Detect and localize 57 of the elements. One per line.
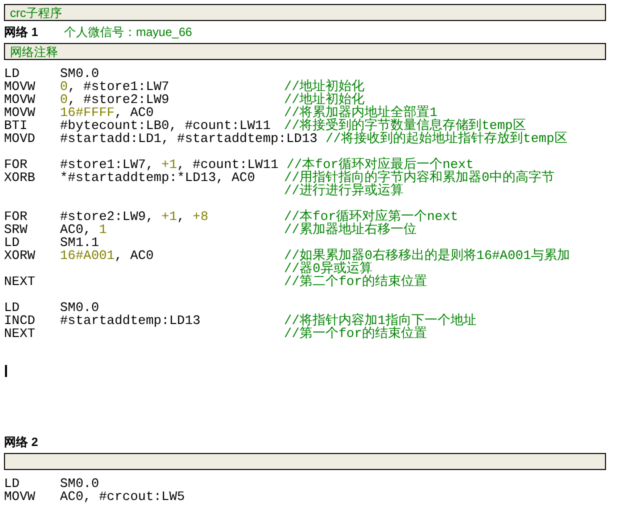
code-comment: //将累加器内地址全部置1 xyxy=(284,106,438,119)
code-comment: //第一个for的结束位置 xyxy=(284,327,428,340)
instruction-operand: 16#A001, AC0 xyxy=(60,248,154,263)
instruction-operand: AC0, 1 xyxy=(60,222,107,237)
instruction-opcode: LD xyxy=(4,300,20,315)
instruction-operand: 16#FFFF, AC0 xyxy=(60,105,154,120)
code-comment: //将接收到的起始地址指针存放到temp区 xyxy=(325,132,568,145)
instruction-opcode: NEXT xyxy=(4,274,36,289)
instruction-operand: #startadd:LD1, #startaddtemp:LD13 xyxy=(60,131,318,146)
instruction-operand: #bytecount:LB0, #count:LW11 xyxy=(60,118,271,133)
instruction-operand: 0, #store2:LW9 xyxy=(60,92,170,107)
code-comment: //累加器地址右移一位 xyxy=(284,223,417,236)
network-comment: 网络注释 xyxy=(10,44,58,58)
code-comment: //本for循环对应第一个next xyxy=(284,210,458,223)
instruction-operand: AC0, #crcout:LW5 xyxy=(60,489,185,504)
instruction-opcode: INCD xyxy=(4,313,36,328)
instruction-opcode: XORB xyxy=(4,170,36,185)
instruction-opcode: MOVW xyxy=(4,489,36,504)
instruction-opcode: LD xyxy=(4,235,20,250)
instruction-opcode: SRW xyxy=(4,222,28,237)
network-label: 网络 1 xyxy=(4,25,40,39)
code-comment: //将接受到的字节数量信息存储到temp区 xyxy=(284,119,526,132)
instruction-opcode: MOVW xyxy=(4,105,36,120)
instruction-operand: 0, #store1:LW7 xyxy=(60,79,170,94)
instruction-opcode: FOR xyxy=(4,209,28,224)
network-comment-box[interactable]: 网络注释 xyxy=(4,43,606,60)
code-comment: //器0异或运算 xyxy=(284,262,372,275)
code-comment: //进行进行异或运算 xyxy=(284,184,404,197)
instruction-operand: #startaddtemp:LD13 xyxy=(60,313,200,328)
instruction-opcode: XORW xyxy=(4,248,36,263)
instruction-opcode: MOVW xyxy=(4,79,36,94)
instruction-opcode: MOVW xyxy=(4,92,36,107)
network-label: 网络 2 xyxy=(4,435,40,449)
instruction-operand: #store1:LW7, +1, #count:LW11 xyxy=(60,157,278,172)
code-comment: //用指针指向的字节内容和累加器0中的高字节 xyxy=(284,171,554,184)
instruction-operand: SM0.0 xyxy=(60,476,100,491)
instruction-operand: SM0.0 xyxy=(60,300,100,315)
code-comment: //将指针内容加1指向下一个地址 xyxy=(284,314,476,327)
instruction-operand: #store2:LW9, +1, +8 xyxy=(60,209,208,224)
instruction-opcode: LD xyxy=(4,66,20,81)
instruction-opcode: BTI xyxy=(4,118,28,133)
code-comment: //地址初始化 xyxy=(284,80,365,93)
instruction-operand: *#startaddtemp:*LD13, AC0 xyxy=(60,170,256,185)
instruction-opcode: LD xyxy=(4,476,20,491)
instruction-opcode: NEXT xyxy=(4,326,36,341)
network-title: 个人微信号：mayue_66 xyxy=(64,25,192,39)
instruction-operand: SM1.1 xyxy=(60,235,100,250)
code-comment: //如果累加器0右移移出的是则将16#A001与累加 xyxy=(284,249,570,262)
code-comment: //地址初始化 xyxy=(284,93,365,106)
program-title: crc子程序 xyxy=(10,6,62,20)
code-comment: //第二个for的结束位置 xyxy=(284,275,428,288)
instruction-operand: SM0.0 xyxy=(60,66,100,81)
instruction-opcode: MOVD xyxy=(4,131,36,146)
network-comment-box[interactable] xyxy=(4,453,606,470)
text-cursor xyxy=(5,365,7,377)
code-comment: //本for循环对应最后一个next xyxy=(286,158,474,171)
instruction-opcode: FOR xyxy=(4,157,28,172)
